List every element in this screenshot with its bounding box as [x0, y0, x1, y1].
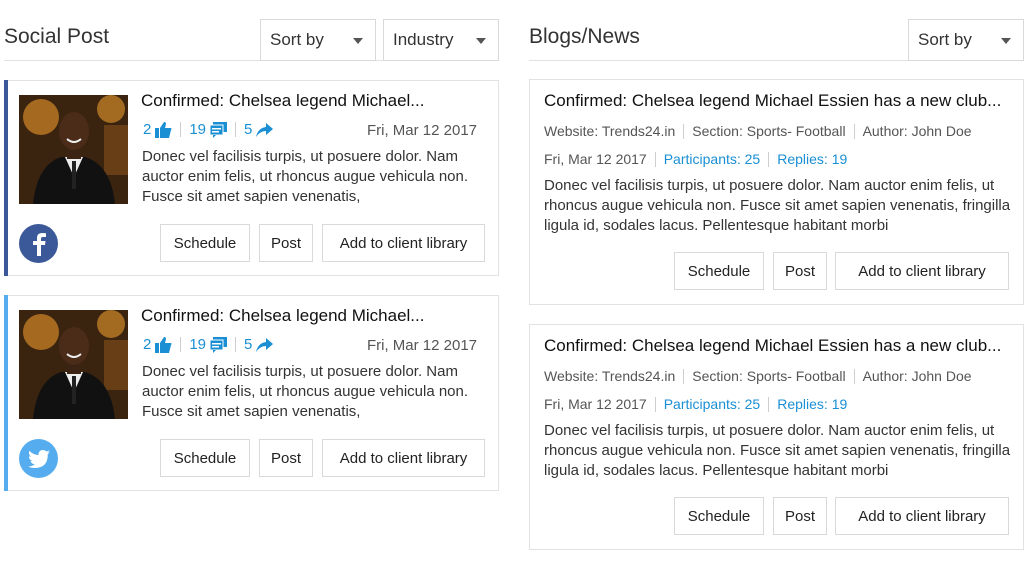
blog-section: Section: Sports- Football: [692, 368, 846, 384]
blog-participants[interactable]: Participants: 25: [664, 396, 761, 412]
post-button[interactable]: Post: [259, 224, 313, 262]
likes-count[interactable]: 2: [143, 121, 172, 138]
post-title[interactable]: Confirmed: Chelsea legend Michael...: [141, 306, 424, 326]
blogs-news-header: Blogs/News Sort by: [529, 18, 1024, 61]
blog-title[interactable]: Confirmed: Chelsea legend Michael Essien…: [544, 91, 1001, 111]
card-accent-bar: [4, 80, 8, 276]
social-post-header: Social Post Sort by Industry: [4, 18, 499, 61]
post-thumbnail[interactable]: [19, 310, 128, 419]
post-date: Fri, Mar 12 2017: [366, 122, 477, 139]
social-post-card: Confirmed: Chelsea legend Michael... 2 1…: [4, 80, 499, 276]
thumbs-up-icon: [155, 336, 172, 353]
shares-count[interactable]: 5: [244, 336, 274, 353]
schedule-button[interactable]: Schedule: [160, 439, 250, 477]
post-button[interactable]: Post: [773, 497, 827, 535]
blog-replies[interactable]: Replies: 19: [777, 151, 847, 167]
schedule-button[interactable]: Schedule: [674, 497, 764, 535]
post-date: Fri, Mar 12 2017: [366, 337, 477, 354]
blog-replies[interactable]: Replies: 19: [777, 396, 847, 412]
blog-participants[interactable]: Participants: 25: [664, 151, 761, 167]
post-stats: 2 19 5: [143, 336, 274, 353]
post-button[interactable]: Post: [259, 439, 313, 477]
blog-date: Fri, Mar 12 2017: [544, 396, 647, 412]
add-to-client-library-button[interactable]: Add to client library: [835, 497, 1009, 535]
facebook-icon[interactable]: [19, 224, 58, 263]
social-sort-label: Sort by: [270, 30, 324, 49]
post-title[interactable]: Confirmed: Chelsea legend Michael...: [141, 91, 424, 111]
blog-body: Donec vel facilisis turpis, ut posuere d…: [544, 177, 1011, 234]
schedule-button[interactable]: Schedule: [160, 224, 250, 262]
blog-website[interactable]: Website: Trends24.in: [544, 123, 675, 139]
share-arrow-icon: [256, 122, 274, 137]
post-body: Donec vel facilisis turpis, ut posuere d…: [142, 363, 469, 420]
post-stats: 2 19 5: [143, 121, 274, 138]
schedule-button[interactable]: Schedule: [674, 252, 764, 290]
chevron-down-icon: [1001, 38, 1011, 44]
blog-meta-activity: Fri, Mar 12 2017 Participants: 25 Replie…: [544, 396, 847, 412]
blog-post-card: Confirmed: Chelsea legend Michael Essien…: [529, 79, 1024, 305]
post-button[interactable]: Post: [773, 252, 827, 290]
blog-author: Author: John Doe: [862, 123, 972, 139]
post-body: Donec vel facilisis turpis, ut posuere d…: [142, 148, 469, 205]
blog-author: Author: John Doe: [862, 368, 972, 384]
shares-count[interactable]: 5: [244, 121, 274, 138]
blogs-sort-label: Sort by: [918, 30, 972, 49]
thumbs-up-icon: [155, 121, 172, 138]
blog-post-card: Confirmed: Chelsea legend Michael Essien…: [529, 324, 1024, 550]
blog-website[interactable]: Website: Trends24.in: [544, 368, 675, 384]
blog-section: Section: Sports- Football: [692, 123, 846, 139]
social-post-card: Confirmed: Chelsea legend Michael... 2 1…: [4, 295, 499, 491]
twitter-icon[interactable]: [19, 439, 58, 478]
share-arrow-icon: [256, 337, 274, 352]
blog-body: Donec vel facilisis turpis, ut posuere d…: [544, 422, 1011, 479]
social-post-title: Social Post: [4, 25, 110, 48]
blog-meta-activity: Fri, Mar 12 2017 Participants: 25 Replie…: [544, 151, 847, 167]
add-to-client-library-button[interactable]: Add to client library: [835, 252, 1009, 290]
chevron-down-icon: [353, 38, 363, 44]
blog-meta-source: Website: Trends24.in Section: Sports- Fo…: [544, 368, 972, 384]
add-to-client-library-button[interactable]: Add to client library: [322, 439, 485, 477]
industry-dropdown[interactable]: Industry: [383, 19, 499, 61]
card-accent-bar: [4, 295, 8, 491]
comments-count[interactable]: 19: [189, 121, 228, 138]
blog-title[interactable]: Confirmed: Chelsea legend Michael Essien…: [544, 336, 1001, 356]
comment-icon: [210, 336, 228, 353]
add-to-client-library-button[interactable]: Add to client library: [322, 224, 485, 262]
blog-date: Fri, Mar 12 2017: [544, 151, 647, 167]
blogs-news-title: Blogs/News: [529, 25, 640, 48]
post-thumbnail[interactable]: [19, 95, 128, 204]
likes-count[interactable]: 2: [143, 336, 172, 353]
blog-meta-source: Website: Trends24.in Section: Sports- Fo…: [544, 123, 972, 139]
comments-count[interactable]: 19: [189, 336, 228, 353]
comment-icon: [210, 121, 228, 138]
blogs-sort-dropdown[interactable]: Sort by: [908, 19, 1024, 61]
chevron-down-icon: [476, 38, 486, 44]
social-sort-dropdown[interactable]: Sort by: [260, 19, 376, 61]
industry-label: Industry: [393, 30, 454, 49]
